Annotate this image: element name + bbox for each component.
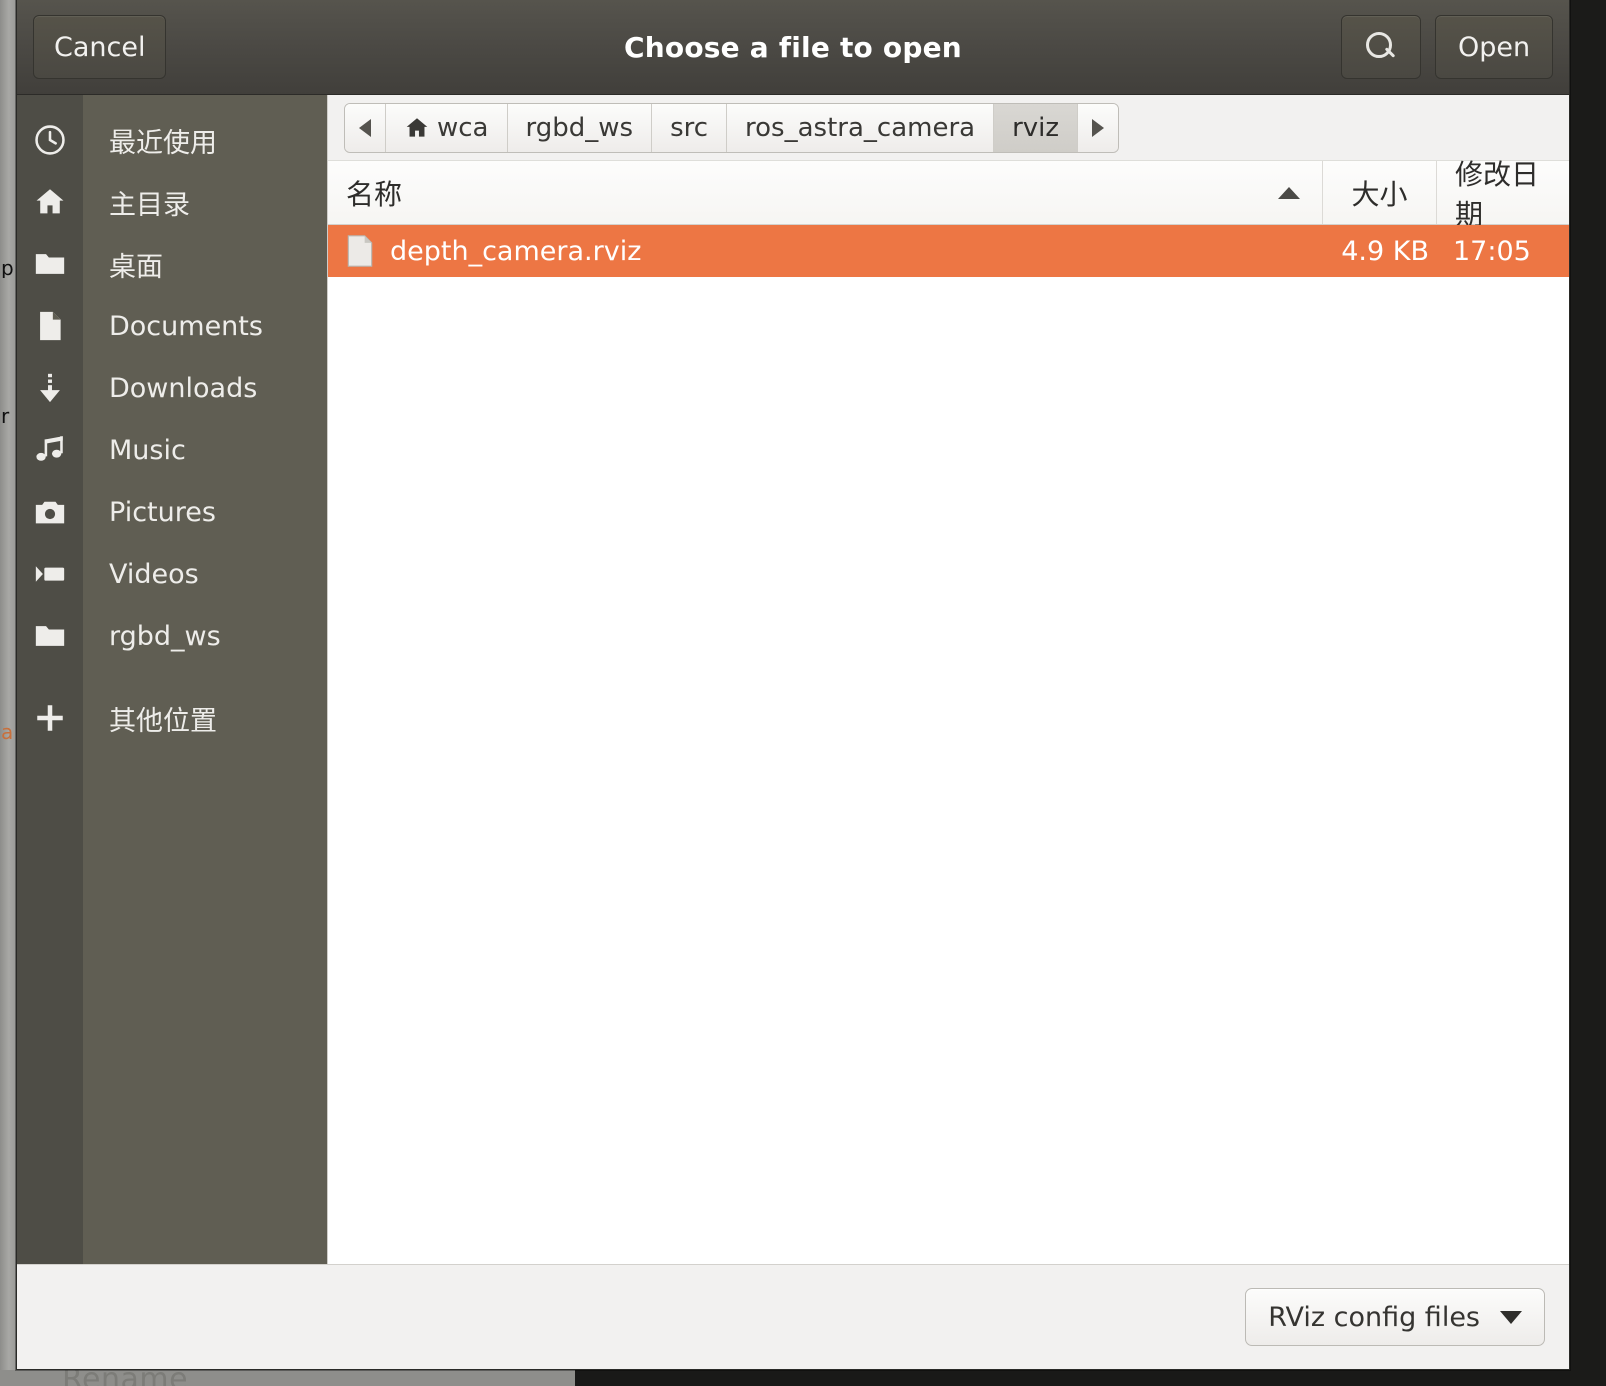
dialog-action-bar: RViz config files xyxy=(17,1264,1569,1369)
column-header-name[interactable]: 名称 xyxy=(328,161,1323,224)
breadcrumb-item-ros-astra-camera[interactable]: ros_astra_camera xyxy=(727,103,995,152)
column-header-label: 名称 xyxy=(346,177,403,211)
open-button[interactable]: Open xyxy=(1435,15,1553,79)
file-type-filter-dropdown[interactable]: RViz config files xyxy=(1245,1288,1545,1346)
sidebar-icon-documents[interactable] xyxy=(17,295,83,357)
breadcrumb-label: src xyxy=(670,112,709,143)
breadcrumb: wca rgbd_ws src ros_astra_camera rviz xyxy=(344,102,1120,153)
music-note-icon xyxy=(36,436,63,461)
clock-icon xyxy=(35,125,65,155)
sidebar-item-label: Documents xyxy=(109,310,263,342)
camera-icon xyxy=(35,501,65,524)
path-bar-container: wca rgbd_ws src ros_astra_camera rviz xyxy=(328,95,1569,161)
breadcrumb-item-rviz[interactable]: rviz xyxy=(994,103,1079,152)
breadcrumb-label: ros_astra_camera xyxy=(745,112,976,143)
chevron-left-icon xyxy=(359,118,371,137)
sidebar-item-music[interactable]: Music xyxy=(83,419,327,481)
breadcrumb-label: rviz xyxy=(1012,112,1060,143)
file-size-cell: 4.9 KB xyxy=(1341,235,1429,267)
sidebar-item-videos[interactable]: Videos xyxy=(83,543,327,605)
sidebar-item-documents[interactable]: Documents xyxy=(83,295,327,357)
sidebar-icon-videos[interactable] xyxy=(17,543,83,605)
desktop-background: p r a Rename Cancel Choose a file to ope… xyxy=(0,0,1606,1386)
file-chooser-dialog: Cancel Choose a file to open Open 最近使用 主… xyxy=(16,0,1570,1370)
breadcrumb-prev-button[interactable] xyxy=(345,103,386,152)
home-icon xyxy=(406,117,428,137)
download-icon xyxy=(40,373,60,403)
background-text-fragment-3: a xyxy=(1,722,14,742)
file-type-filter-label: RViz config files xyxy=(1268,1301,1480,1333)
breadcrumb-item-src[interactable]: src xyxy=(652,103,728,152)
column-header-size[interactable]: 大小 xyxy=(1323,161,1437,224)
sidebar-icon-music[interactable] xyxy=(17,419,83,481)
sidebar-item-other-locations[interactable]: 其他位置 xyxy=(83,687,327,749)
background-text-fragment-1: p xyxy=(1,258,14,278)
dialog-body: 最近使用 主目录 桌面 Documents Downloads Music Pi… xyxy=(17,95,1569,1264)
column-header-label: 大小 xyxy=(1351,177,1408,211)
breadcrumb-item-wca[interactable]: wca xyxy=(386,103,508,152)
search-icon xyxy=(1366,32,1396,62)
sort-ascending-icon xyxy=(1278,186,1300,199)
sidebar-label-column: 最近使用 主目录 桌面 Documents Downloads Music Pi… xyxy=(83,95,327,1264)
file-name-cell: depth_camera.rviz xyxy=(328,234,1323,268)
sidebar-item-label: Pictures xyxy=(109,496,216,528)
sidebar-icon-pictures[interactable] xyxy=(17,481,83,543)
sidebar-item-label: 桌面 xyxy=(109,251,163,283)
table-row[interactable]: depth_camera.rviz 4.9 KB 17:05 xyxy=(328,225,1569,277)
sidebar-icon-desktop[interactable] xyxy=(17,233,83,295)
folder-icon xyxy=(35,626,65,646)
breadcrumb-next-button[interactable] xyxy=(1078,103,1119,152)
sidebar-item-downloads[interactable]: Downloads xyxy=(83,357,327,419)
places-sidebar: 最近使用 主目录 桌面 Documents Downloads Music Pi… xyxy=(17,95,328,1264)
dialog-right-shadow xyxy=(1570,0,1606,1386)
sidebar-item-label: 主目录 xyxy=(109,189,190,221)
column-header-label: 修改日期 xyxy=(1455,157,1540,231)
document-icon xyxy=(40,311,61,341)
sidebar-icon-other-locations[interactable] xyxy=(17,687,83,749)
sidebar-icon-home[interactable] xyxy=(17,171,83,233)
sidebar-item-label: Music xyxy=(109,434,186,466)
sidebar-item-recent[interactable]: 最近使用 xyxy=(83,109,327,171)
file-name-label: depth_camera.rviz xyxy=(390,235,642,267)
sidebar-item-label: 其他位置 xyxy=(109,705,217,737)
sidebar-item-pictures[interactable]: Pictures xyxy=(83,481,327,543)
dialog-header-bar: Cancel Choose a file to open Open xyxy=(17,0,1569,95)
sidebar-item-home[interactable]: 主目录 xyxy=(83,171,327,233)
sidebar-icon-column xyxy=(17,95,83,1264)
header-right-buttons: Open xyxy=(1341,15,1553,79)
chevron-right-icon xyxy=(1092,118,1105,137)
sidebar-icon-downloads[interactable] xyxy=(17,357,83,419)
sidebar-icon-recent[interactable] xyxy=(17,109,83,171)
file-pane: wca rgbd_ws src ros_astra_camera rviz 名称… xyxy=(328,95,1569,1264)
breadcrumb-label: rgbd_ws xyxy=(525,112,634,143)
file-modified-cell: 17:05 xyxy=(1453,235,1531,267)
video-icon xyxy=(35,566,65,582)
breadcrumb-label: wca xyxy=(437,112,489,143)
home-icon xyxy=(36,189,64,214)
sidebar-item-label: 最近使用 xyxy=(109,127,217,159)
plus-icon xyxy=(37,705,63,731)
search-button[interactable] xyxy=(1341,15,1421,79)
sidebar-icon-rgbd-ws[interactable] xyxy=(17,605,83,667)
folder-icon xyxy=(35,254,65,274)
background-text-fragment-2: r xyxy=(1,406,10,426)
sidebar-item-label: Downloads xyxy=(109,372,258,404)
file-list-header: 名称 大小 修改日期 xyxy=(328,158,1569,231)
sidebar-item-desktop[interactable]: 桌面 xyxy=(83,233,327,295)
document-icon xyxy=(347,235,373,267)
cancel-button[interactable]: Cancel xyxy=(33,15,167,79)
breadcrumb-item-rgbd-ws[interactable]: rgbd_ws xyxy=(507,103,653,152)
chevron-down-icon xyxy=(1500,1310,1522,1324)
column-header-modified[interactable]: 修改日期 xyxy=(1437,158,1569,231)
sidebar-item-label: rgbd_ws xyxy=(109,620,221,652)
dialog-title: Choose a file to open xyxy=(624,30,962,64)
file-list[interactable]: depth_camera.rviz 4.9 KB 17:05 xyxy=(328,225,1569,1264)
background-window-left-edge xyxy=(0,0,16,1386)
sidebar-item-label: Videos xyxy=(109,558,199,590)
sidebar-item-rgbd-ws[interactable]: rgbd_ws xyxy=(83,605,327,667)
